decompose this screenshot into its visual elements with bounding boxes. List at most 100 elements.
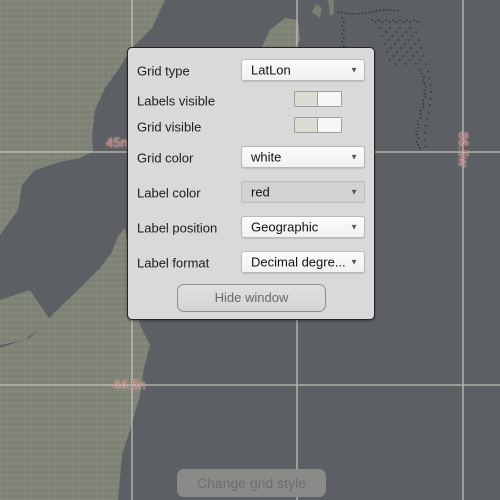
shoal-dot xyxy=(395,21,398,23)
shoal-dot xyxy=(393,9,395,12)
toggle-knob xyxy=(317,118,341,132)
shoal-dot xyxy=(424,86,427,88)
shoal-dot xyxy=(415,130,417,133)
label-position-row: Label position Geographic ▼ xyxy=(137,216,365,240)
grid-type-value: LatLon xyxy=(251,62,291,78)
shoal-dot xyxy=(386,51,389,53)
shoal-dot xyxy=(387,39,390,41)
shoal-dot xyxy=(391,35,394,37)
shoal-dot xyxy=(419,113,422,116)
label-format-row: Label format Decimal degre... ▼ xyxy=(137,251,365,275)
shoal-dot xyxy=(337,11,339,13)
shoal-dot xyxy=(416,133,418,136)
shoal-dot xyxy=(397,39,400,41)
shoal-dot xyxy=(347,12,350,15)
shoal-dot xyxy=(429,84,432,86)
shoal-dot xyxy=(381,35,384,37)
label-position-label: Label position xyxy=(137,220,218,236)
shoal-dot xyxy=(361,12,364,15)
grid-label-lon-86-5: 86.5w xyxy=(456,132,471,167)
shoal-dot xyxy=(340,11,343,14)
shoal-dot xyxy=(341,41,343,43)
shoal-dot xyxy=(429,97,432,100)
shoal-dot xyxy=(430,91,432,93)
labels-visible-label: Labels visible xyxy=(137,93,216,109)
grid-type-row: Grid type LatLon ▼ xyxy=(137,59,365,83)
shoal-dot xyxy=(417,126,420,129)
shoal-dot xyxy=(407,39,410,41)
shoal-dot xyxy=(379,9,381,12)
shoal-dot xyxy=(424,92,426,95)
shoal-dot xyxy=(392,55,395,57)
shoal-dot xyxy=(414,63,417,65)
shoal-dot xyxy=(388,21,391,23)
shoal-dot xyxy=(400,47,402,49)
shoal-dot xyxy=(424,131,426,134)
shoal-dot xyxy=(404,63,407,65)
shoal-dot xyxy=(417,39,420,41)
shoal-dot xyxy=(406,51,409,53)
label-color-row: Label color red ▼ xyxy=(137,181,365,205)
shoal-dot xyxy=(358,12,360,15)
shoal-dot xyxy=(399,27,401,29)
grid-color-select[interactable]: white ▼ xyxy=(241,146,365,168)
shoal-dot xyxy=(354,13,357,15)
shoal-dot xyxy=(416,21,419,23)
grid-label-lat-44-5: 44.5n xyxy=(113,377,146,392)
label-position-select[interactable]: Geographic ▼ xyxy=(241,216,365,238)
grid-label-lat-45: 45n xyxy=(106,135,128,150)
shoal-dot xyxy=(378,19,380,21)
grid-type-select[interactable]: LatLon ▼ xyxy=(241,59,365,81)
shoal-dot xyxy=(365,12,367,14)
shoal-dot xyxy=(389,9,392,11)
grid-color-row: Grid color white ▼ xyxy=(137,146,365,170)
shoal-dot xyxy=(419,116,422,119)
label-format-select[interactable]: Decimal degre... ▼ xyxy=(241,251,365,273)
shoal-dot xyxy=(411,35,414,37)
shoal-dot xyxy=(428,104,431,107)
change-grid-style-button[interactable]: Change grid style xyxy=(177,469,326,497)
grid-color-value: white xyxy=(251,149,282,165)
shoal-dot xyxy=(385,31,388,33)
shoal-dot xyxy=(372,10,374,13)
chevron-down-icon: ▼ xyxy=(350,152,358,162)
shoal-dot xyxy=(421,79,424,82)
shoal-dot xyxy=(396,9,399,12)
shoal-dot xyxy=(371,19,373,21)
shoal-dot xyxy=(412,55,415,57)
labels-visible-row: Labels visible xyxy=(137,89,365,113)
shoal-dot xyxy=(419,109,422,112)
label-color-label: Label color xyxy=(137,185,201,201)
shoal-dot xyxy=(389,27,391,29)
labels-visible-toggle[interactable] xyxy=(294,91,342,107)
shoal-dot xyxy=(413,43,416,45)
chevron-down-icon: ▼ xyxy=(350,257,358,267)
shoal-dot xyxy=(417,137,420,139)
shoal-dot xyxy=(417,143,420,146)
toggle-knob xyxy=(317,92,341,106)
shoal-dot xyxy=(402,21,405,23)
shoal-dot xyxy=(409,27,411,29)
hide-window-button[interactable]: Hide window xyxy=(177,284,326,312)
shoal-dot xyxy=(409,21,412,23)
shoal-dot xyxy=(426,118,428,120)
grid-visible-row: Grid visible xyxy=(137,115,365,139)
shoal-dot xyxy=(385,19,387,21)
shoal-dot xyxy=(375,10,378,12)
label-format-label: Label format xyxy=(137,255,210,271)
shoal-dot xyxy=(341,17,343,19)
shoal-dot xyxy=(344,12,346,15)
shoal-dot xyxy=(413,19,415,21)
grid-visible-toggle[interactable] xyxy=(294,117,342,133)
shoal-dot xyxy=(395,31,398,33)
shoal-dot xyxy=(343,21,345,23)
shoal-dot xyxy=(415,31,418,33)
shoal-dot xyxy=(419,147,421,150)
shoal-dot xyxy=(402,55,405,57)
shoal-dot xyxy=(423,75,425,78)
shoal-dot xyxy=(405,31,408,33)
shoal-dot xyxy=(427,70,429,73)
shoal-dot xyxy=(423,89,425,92)
label-color-select[interactable]: red ▼ xyxy=(241,181,365,203)
shoal-dot xyxy=(422,99,425,102)
